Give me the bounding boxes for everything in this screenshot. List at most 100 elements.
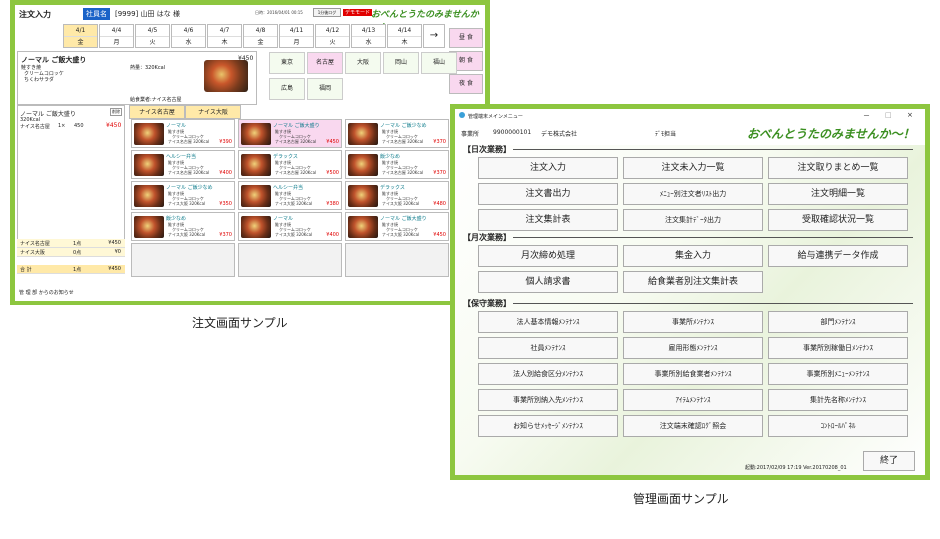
summary-count: 1点 xyxy=(73,267,82,273)
date-tab[interactable]: 4/1 金 xyxy=(63,24,98,48)
menu-item[interactable]: ヘルシー弁当 鮭すき焼 クリームコロッケ ナイス大阪 320Kcal ¥380 xyxy=(238,181,342,210)
menu-item[interactable]: デラックス 鮭すき焼 クリームコロッケ ナイス名古屋 320Kcal ¥500 xyxy=(238,150,342,179)
menu-item-price: ¥370 xyxy=(433,139,446,145)
menu-button[interactable]: ｺﾝﾄﾛｰﾙﾊﾟﾈﾙ xyxy=(768,415,908,437)
meal-dinner-tab[interactable]: 夜 食 xyxy=(449,74,483,94)
company-name: デモ株式会社 xyxy=(541,131,578,138)
menu-button[interactable]: 注文未入力一覧 xyxy=(623,157,763,179)
minimize-icon[interactable]: － xyxy=(863,111,870,121)
date-tab[interactable]: 4/7 木 xyxy=(207,24,242,48)
bento-photo xyxy=(348,216,378,238)
menu-button[interactable]: 事業所別ﾒﾆｭｰﾒﾝﾃﾅﾝｽ xyxy=(768,363,908,385)
menu-item[interactable]: ノーマル ご飯少なめ 鮭すき焼 クリームコロッケ ナイス大阪 320Kcal ¥350 xyxy=(131,181,235,210)
date-tab[interactable]: 4/5 火 xyxy=(135,24,170,48)
close-icon[interactable]: × xyxy=(907,111,913,119)
date-label: 4/5 xyxy=(136,25,169,37)
logout-button[interactable]: 1分後ログ xyxy=(313,8,341,17)
menu-button[interactable]: 給与連携データ作成 xyxy=(768,245,908,267)
menu-item[interactable]: ノーマル ご飯少なめ 鮭すき焼 クリームコロッケ ナイス名古屋 320Kcal ¥370 xyxy=(345,119,449,148)
menu-button[interactable]: 社員ﾒﾝﾃﾅﾝｽ xyxy=(478,337,618,359)
date-tab[interactable]: 4/13 水 xyxy=(351,24,386,48)
menu-button[interactable]: 注文書出力 xyxy=(478,183,618,205)
menu-item-price: ¥370 xyxy=(433,170,446,176)
office-label: 事業所 xyxy=(461,131,480,138)
menu-button[interactable]: 給食業者別注文集計表 xyxy=(623,271,763,293)
menu-button[interactable]: 注文集計ﾃﾞｰﾀ出力 xyxy=(623,209,763,231)
menu-button[interactable]: 部門ﾒﾝﾃﾅﾝｽ xyxy=(768,311,908,333)
summary-amount: ¥450 xyxy=(108,240,121,246)
menu-button[interactable]: ﾒﾆｭｰ別注文者ﾘｽﾄ出力 xyxy=(623,183,763,205)
menu-button[interactable]: 法人基本情報ﾒﾝﾃﾅﾝｽ xyxy=(478,311,618,333)
next-dates-button[interactable]: → xyxy=(423,24,445,48)
supplier-tab-nagoya[interactable]: ナイス名古屋 xyxy=(129,105,185,119)
city-button[interactable]: 名古屋 xyxy=(307,52,343,74)
menu-item-supplier: ナイス大阪 320Kcal xyxy=(168,201,206,206)
delete-button[interactable]: 削除 xyxy=(110,108,122,116)
menu-button[interactable]: 注文明細一覧 xyxy=(768,183,908,205)
date-tab[interactable]: 4/11 月 xyxy=(279,24,314,48)
menu-button[interactable]: 事業所別納入先ﾒﾝﾃﾅﾝｽ xyxy=(478,389,618,411)
menu-button[interactable]: ｱｲﾃﾑﾒﾝﾃﾅﾝｽ xyxy=(623,389,763,411)
cart-price: ¥450 xyxy=(106,122,122,129)
office-code: 9900000101 xyxy=(493,129,532,136)
menu-item[interactable]: ノーマル 鮭すき焼 クリームコロッケ ナイス名古屋 320Kcal ¥390 xyxy=(131,119,235,148)
date-label: 4/4 xyxy=(100,25,133,37)
section-divider xyxy=(513,237,913,238)
menu-item[interactable]: 飯少なめ 鮭すき焼 クリームコロッケ ナイス大阪 320Kcal ¥370 xyxy=(131,212,235,241)
menu-button[interactable]: 事業所別稼働日ﾒﾝﾃﾅﾝｽ xyxy=(768,337,908,359)
cart-qty: 1× xyxy=(58,123,66,129)
menu-item[interactable]: ノーマル ご飯大盛り 鮭すき焼 クリームコロッケ ナイス名古屋 320Kcal ¥450 xyxy=(238,119,342,148)
menu-button[interactable]: 月次締め処理 xyxy=(478,245,618,267)
menu-button[interactable]: 注文取りまとめ一覧 xyxy=(768,157,908,179)
menu-button[interactable]: 受取確認状況一覧 xyxy=(768,209,908,231)
menu-button[interactable]: 雇用形態ﾒﾝﾃﾅﾝｽ xyxy=(623,337,763,359)
cart-list: ノーマル ご飯大盛り 削除 320Kcal ナイス名古屋 1× 450 ¥450 xyxy=(17,105,125,245)
city-button[interactable]: 福山 xyxy=(421,52,457,74)
news-header[interactable]: 管 理 部 からのお知らせ xyxy=(19,289,74,296)
menu-item-name: 飯少なめ xyxy=(166,216,187,222)
city-button[interactable]: 大阪 xyxy=(345,52,381,74)
city-button[interactable]: 東京 xyxy=(269,52,305,74)
demo-badge: デモモード xyxy=(343,9,373,16)
weekday-label: 木 xyxy=(401,39,408,46)
city-button[interactable]: 広島 xyxy=(269,78,305,100)
bento-photo xyxy=(134,123,164,145)
summary-label: ナイス名古屋 xyxy=(20,241,50,247)
menu-item[interactable]: デラックス 鮭すき焼 クリームコロッケ ナイス大阪 320Kcal ¥480 xyxy=(345,181,449,210)
menu-button[interactable]: 集計先名称ﾒﾝﾃﾅﾝｽ xyxy=(768,389,908,411)
menu-item[interactable]: ヘルシー弁当 鮭すき焼 クリームコロッケ ナイス名古屋 320Kcal ¥400 xyxy=(131,150,235,179)
maximize-icon[interactable]: □ xyxy=(885,111,892,119)
menu-button[interactable]: 注文集計表 xyxy=(478,209,618,231)
user-name: ﾃﾞﾓ担当 xyxy=(655,131,677,138)
menu-button[interactable]: 法人別給食区分ﾒﾝﾃﾅﾝｽ xyxy=(478,363,618,385)
date-tab[interactable]: 4/4 月 xyxy=(99,24,134,48)
menu-button[interactable]: 事業所ﾒﾝﾃﾅﾝｽ xyxy=(623,311,763,333)
menu-item-price: ¥380 xyxy=(326,201,339,207)
date-label: 4/8 xyxy=(244,25,277,37)
menu-item[interactable]: ノーマル 鮭すき焼 クリームコロッケ ナイス大阪 320Kcal ¥400 xyxy=(238,212,342,241)
menu-button[interactable]: 事業所別給食業者ﾒﾝﾃﾅﾝｽ xyxy=(623,363,763,385)
weekday-label: 火 xyxy=(149,39,156,46)
city-button[interactable]: 岡山 xyxy=(383,52,419,74)
menu-item-supplier: ナイス名古屋 320Kcal xyxy=(382,139,424,144)
meal-lunch-tab[interactable]: 昼 食 xyxy=(449,28,483,48)
menu-button[interactable]: 集金入力 xyxy=(623,245,763,267)
date-tab[interactable]: 4/6 水 xyxy=(171,24,206,48)
cart-supplier: ナイス名古屋 xyxy=(20,124,50,130)
date-tab[interactable]: 4/14 木 xyxy=(387,24,422,48)
menu-button[interactable]: 注文入力 xyxy=(478,157,618,179)
supplier-tab-osaka[interactable]: ナイス大阪 xyxy=(185,105,241,119)
date-tab[interactable]: 4/8 金 xyxy=(243,24,278,48)
section-divider xyxy=(513,149,913,150)
menu-item-supplier: ナイス名古屋 320Kcal xyxy=(168,170,210,175)
exit-button[interactable]: 終了 xyxy=(863,451,915,471)
date-tab[interactable]: 4/12 火 xyxy=(315,24,350,48)
menu-button[interactable]: 個人請求書 xyxy=(478,271,618,293)
city-button[interactable]: 福岡 xyxy=(307,78,343,100)
menu-button[interactable]: 注文端末確認ﾛｸﾞ照会 xyxy=(623,415,763,437)
menu-item-name: ノーマル xyxy=(166,123,187,129)
menu-item[interactable]: ノーマル ご飯大盛り 鮭すき焼 クリームコロッケ ナイス大阪 320Kcal ¥450 xyxy=(345,212,449,241)
menu-button[interactable]: お知らせﾒｯｾｰｼﾞﾒﾝﾃﾅﾝｽ xyxy=(478,415,618,437)
admin-slogan: おべんとうたのみませんか～！ xyxy=(747,127,915,141)
menu-item[interactable]: 飯少なめ 鮭すき焼 クリームコロッケ ナイス名古屋 320Kcal ¥370 xyxy=(345,150,449,179)
